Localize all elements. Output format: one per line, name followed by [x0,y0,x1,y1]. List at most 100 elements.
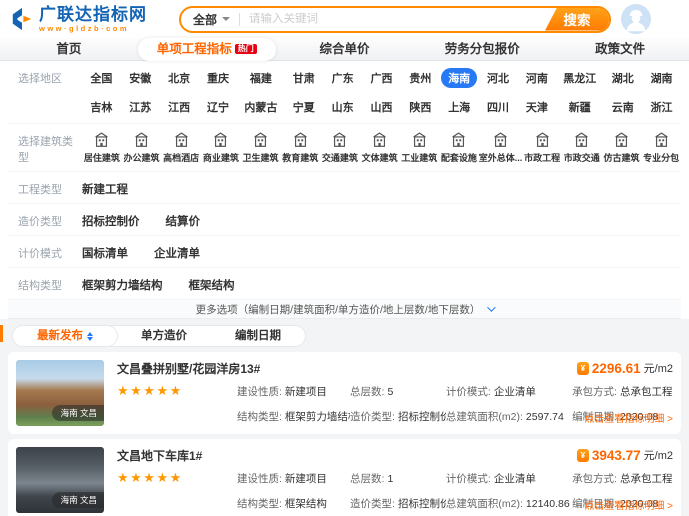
building-type-label: 高档酒店 [163,151,199,164]
listing-thumbnail[interactable]: 海南 文昌 [16,360,104,426]
region-option[interactable]: 内蒙古 [237,97,284,117]
nav-tab[interactable]: 单项工程指标热门 [138,38,276,61]
field-label: 建设性质: [237,473,282,485]
field-label: 造价类型: [350,498,395,510]
sort-tab[interactable]: 最新发布 [12,325,118,347]
region-option[interactable]: 福建 [243,68,279,88]
search-category-dropdown[interactable]: 全部 [193,11,230,28]
listing-thumbnail[interactable]: 海南 文昌 [16,447,104,513]
price-value: 3943.77 [592,448,641,463]
region-option[interactable]: 宁夏 [286,97,322,117]
sort-tab-label: 编制日期 [235,326,281,346]
region-option[interactable]: 四川 [480,97,516,117]
filter-option[interactable]: 框架结构 [189,277,235,293]
building-type-option[interactable]: 文体建筑 [360,131,400,164]
region-option[interactable]: 浙江 [644,97,680,117]
building-type-option[interactable]: 工业建筑 [399,131,439,164]
building-type-option[interactable]: 高档酒店 [161,131,201,164]
listing-field: 总建筑面积(m2):12140.86 [446,496,572,511]
region-option[interactable]: 江西 [161,97,197,117]
region-option[interactable]: 海南 [441,68,477,88]
region-option[interactable]: 贵州 [402,68,438,88]
view-detail-link[interactable]: 点击查看指标明细 > [584,497,673,512]
building-type-option[interactable]: 仿古建筑 [602,131,642,164]
listing-title[interactable]: 文昌地下车库1# [117,447,202,464]
chevron-down-icon [222,17,230,21]
site-logo[interactable]: 广联达指标网 www·gldzb·com [10,6,147,33]
region-option[interactable]: 湖北 [605,68,641,88]
listing-title[interactable]: 文昌叠拼别墅/花园洋房13# [117,360,260,377]
view-detail-link[interactable]: 点击查看指标明细 > [584,410,673,425]
building-type-label: 办公建筑 [124,151,160,164]
field-label: 计价模式: [446,473,491,485]
region-option[interactable]: 全国 [83,68,119,88]
building-type-option[interactable]: 市政交通 [562,131,602,164]
building-type-label: 交通建筑 [322,151,358,164]
nav-tab-label: 首页 [56,42,81,56]
building-type-option[interactable]: 办公建筑 [122,131,162,164]
building-type-option[interactable]: 交通建筑 [320,131,360,164]
option-filter-row: 计价模式 国标清单企业清单 [8,236,681,268]
region-option[interactable]: 陕西 [402,97,438,117]
location-tag: 海南 文昌 [52,492,104,508]
building-type-label: 教育建筑 [282,151,318,164]
filter-option[interactable]: 企业清单 [154,245,200,261]
nav-tab[interactable]: 政策文件 [551,38,689,61]
building-type-option[interactable]: 市政工程 [522,131,562,164]
region-option[interactable]: 河北 [480,68,516,88]
building-type-option[interactable]: 居住建筑 [82,131,122,164]
building-type-option[interactable]: 室外总体... [479,131,523,164]
sort-tab[interactable]: 单方造价 [117,325,211,347]
region-option[interactable]: 广西 [363,68,399,88]
filter-options: 国标清单 企业清单 [82,243,200,261]
sort-tab[interactable]: 编制日期 [211,325,305,347]
building-type-option[interactable]: 专业分包 [641,131,681,164]
star-rating: ★★★★★ [117,471,237,511]
culture-sports-building-icon [371,131,388,148]
region-option[interactable]: 甘肃 [286,68,322,88]
building-type-option[interactable]: 商业建筑 [201,131,241,164]
more-options-toggle[interactable]: 更多选项（编制日期/建筑面积/单方造价/地上层数/地下层数） [8,300,681,319]
main-nav: 首页 单项工程指标热门 综合单价 劳务分包报价 政策文件 [0,38,689,61]
filter-option[interactable]: 结算价 [166,213,201,229]
region-option[interactable]: 新疆 [562,97,598,117]
listing-card[interactable]: 海南 文昌 文昌叠拼别墅/花园洋房13# 2296.61 元/m2 ★★★★★ [8,352,681,434]
field-label: 承包方式: [572,386,617,398]
region-option[interactable]: 黑龙江 [556,68,603,88]
building-type-option[interactable]: 配套设施 [439,131,479,164]
region-option[interactable]: 云南 [605,97,641,117]
nav-tab[interactable]: 劳务分包报价 [413,38,551,61]
filter-option[interactable]: 招标控制价 [82,213,140,229]
field-value: 新建项目 [285,473,327,485]
building-type-label: 室外总体... [479,151,523,164]
filter-option[interactable]: 国标清单 [82,245,128,261]
sort-tab-label: 最新发布 [37,326,83,346]
filter-option[interactable]: 框架剪力墙结构 [82,277,163,293]
region-option[interactable]: 上海 [441,97,477,117]
region-option[interactable]: 湖南 [644,68,680,88]
building-type-option[interactable]: 教育建筑 [280,131,320,164]
subcontract-icon [653,131,670,148]
location-tag: 海南 文昌 [52,405,104,421]
region-option[interactable]: 吉林 [83,97,119,117]
region-option[interactable]: 重庆 [200,68,236,88]
search-button[interactable]: 搜索 [545,8,609,31]
region-option[interactable]: 山西 [363,97,399,117]
user-avatar[interactable] [621,4,651,34]
region-option[interactable]: 天津 [519,97,555,117]
building-type-option[interactable]: 卫生建筑 [241,131,281,164]
field-value: 总承包工程 [620,473,673,485]
divider [239,13,240,26]
region-option[interactable]: 江苏 [122,97,158,117]
building-type-label: 配套设施 [441,151,477,164]
region-option[interactable]: 安徽 [122,68,158,88]
nav-tab[interactable]: 首页 [0,38,138,61]
region-option[interactable]: 辽宁 [200,97,236,117]
region-option[interactable]: 北京 [161,68,197,88]
nav-tab[interactable]: 综合单价 [276,38,414,61]
region-option[interactable]: 广东 [325,68,361,88]
region-option[interactable]: 山东 [325,97,361,117]
listing-card[interactable]: 海南 文昌 文昌地下车库1# 3943.77 元/m2 ★★★★★ [8,439,681,516]
region-option[interactable]: 河南 [519,68,555,88]
filter-option[interactable]: 新建工程 [82,181,128,197]
